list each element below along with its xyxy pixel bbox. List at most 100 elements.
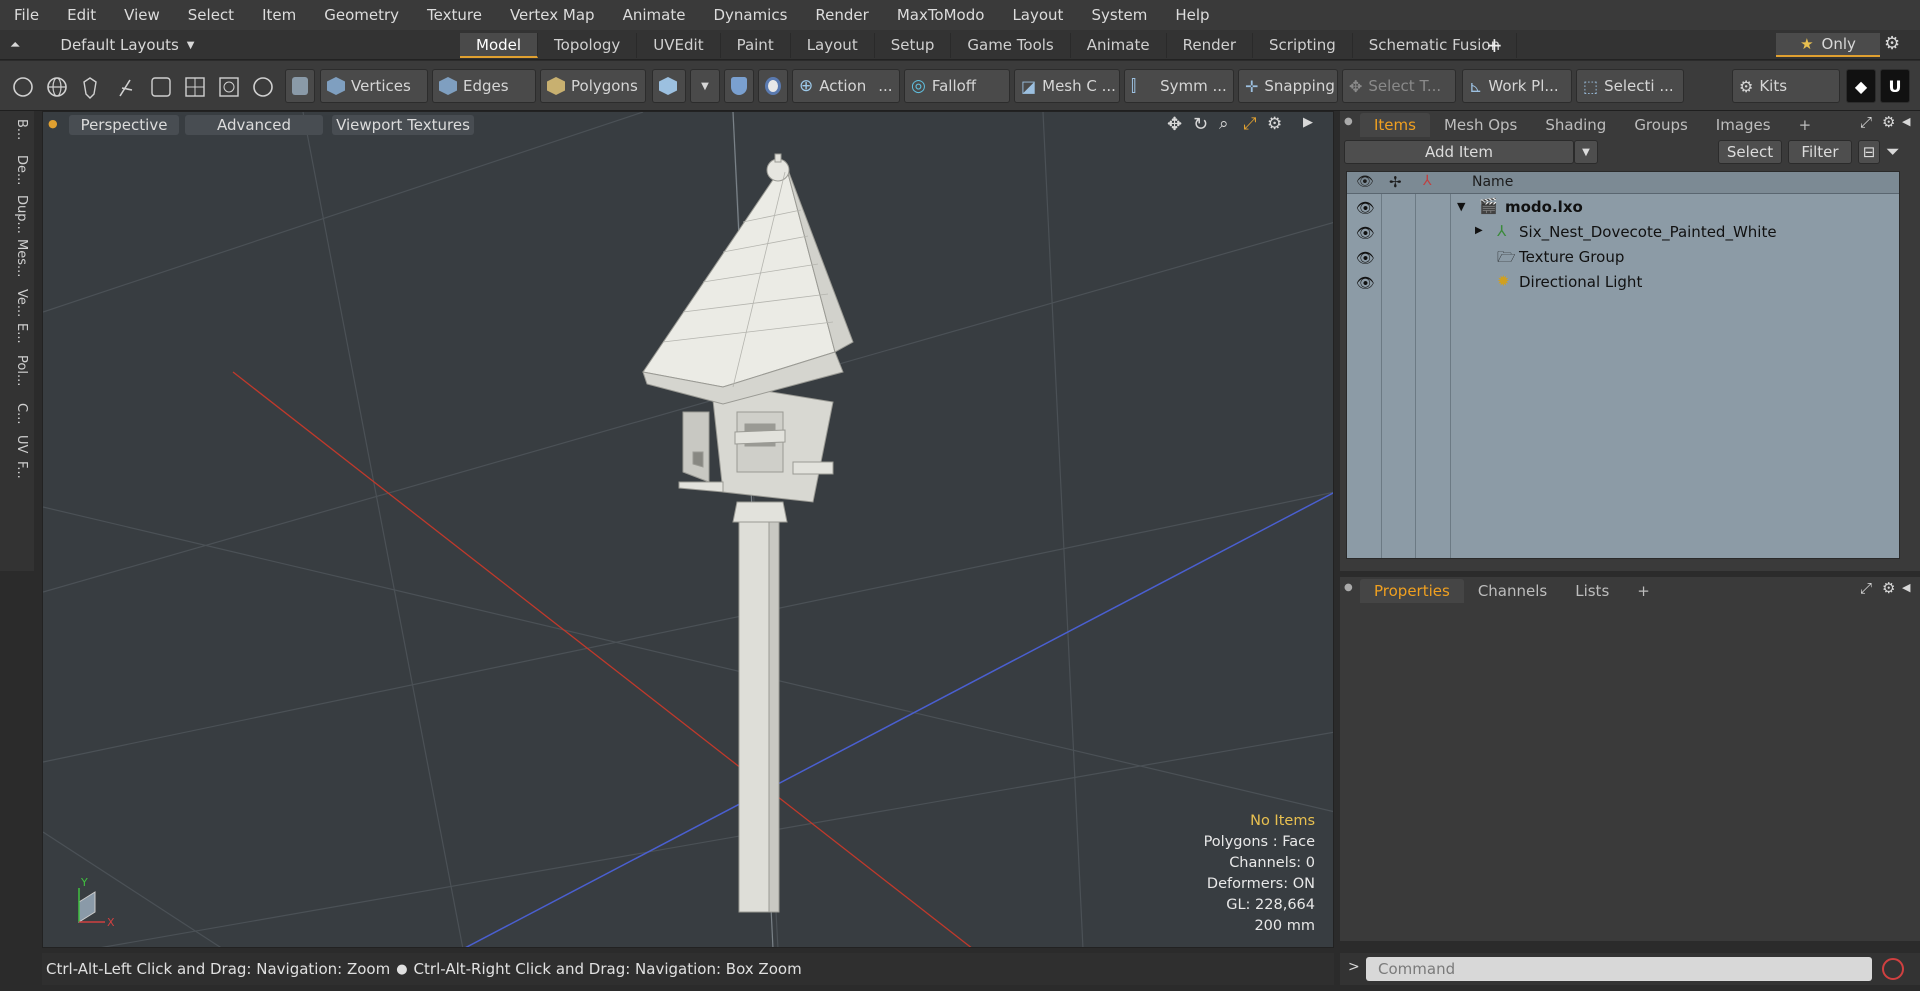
- left-tab-5[interactable]: E...: [5, 323, 29, 344]
- tree-row-scene[interactable]: 👁 ▼ 🎬 modo.lxo: [1347, 195, 1899, 220]
- lock-column-icon[interactable]: ✢: [1389, 173, 1402, 191]
- panel-menu-icon[interactable]: ●: [1344, 582, 1353, 593]
- tab-layout[interactable]: Layout: [791, 33, 875, 58]
- symmetry-button[interactable]: ⫿ Symm ...: [1124, 69, 1234, 103]
- panel-tab-channels[interactable]: Channels: [1464, 579, 1561, 603]
- eye-icon[interactable]: 👁: [1356, 249, 1375, 267]
- collapse-up-icon[interactable]: ⏶: [10, 38, 20, 53]
- shield-button-1[interactable]: [724, 69, 754, 103]
- perspective-button[interactable]: Perspective: [69, 115, 179, 135]
- panel-tab-images[interactable]: Images: [1702, 113, 1785, 137]
- menu-select[interactable]: Select: [174, 6, 248, 24]
- menu-vertex-map[interactable]: Vertex Map: [496, 6, 609, 24]
- unity-button[interactable]: ◆: [1846, 69, 1876, 103]
- panel-gear-icon[interactable]: ⚙: [1882, 113, 1895, 131]
- viewport-gear-icon[interactable]: ⚙: [1267, 114, 1282, 134]
- eye-icon[interactable]: 👁: [1356, 199, 1375, 217]
- panel-arrow-icon[interactable]: ◀: [1902, 115, 1910, 128]
- maximize-view-icon[interactable]: ⤢: [1243, 114, 1257, 134]
- menu-help[interactable]: Help: [1161, 6, 1223, 24]
- add-tab-icon[interactable]: +: [1486, 33, 1503, 57]
- falloff-button[interactable]: ◎ Falloff: [904, 69, 1010, 103]
- add-panel-tab-icon[interactable]: +: [1785, 113, 1826, 137]
- visibility-column-icon[interactable]: 👁: [1356, 174, 1374, 190]
- left-tab-3[interactable]: Mes...: [5, 239, 29, 277]
- menu-edit[interactable]: Edit: [53, 6, 110, 24]
- left-tab-6[interactable]: Pol...: [5, 355, 29, 386]
- move-view-icon[interactable]: ✥: [1167, 114, 1182, 135]
- tab-game-tools[interactable]: Game Tools: [951, 33, 1071, 58]
- panel-tab-properties[interactable]: Properties: [1360, 579, 1464, 603]
- tab-setup[interactable]: Setup: [875, 33, 952, 58]
- material-mode-button[interactable]: [652, 69, 686, 103]
- menu-geometry[interactable]: Geometry: [310, 6, 413, 24]
- work-plane-button[interactable]: ⊾ Work Pl...: [1462, 69, 1572, 103]
- select-through-button[interactable]: ✥ Select T...: [1342, 69, 1456, 103]
- play-arrow-icon[interactable]: ▶: [1303, 115, 1313, 130]
- left-tab-1[interactable]: De...: [5, 155, 29, 185]
- left-tab-8[interactable]: UV: [5, 435, 29, 453]
- polygons-button[interactable]: Polygons: [540, 69, 646, 103]
- advanced-button[interactable]: Advanced: [185, 115, 323, 135]
- add-item-dropdown[interactable]: ▼: [1574, 140, 1598, 164]
- 3d-viewport[interactable]: Y X ● Perspective Advanced Viewport Text…: [42, 111, 1334, 948]
- type-column-icon[interactable]: ⅄: [1423, 173, 1432, 189]
- vertices-button[interactable]: Vertices: [320, 69, 428, 103]
- tab-paint[interactable]: Paint: [721, 33, 791, 58]
- collapse-arrow-icon[interactable]: ▶: [1475, 225, 1483, 236]
- viewport-textures-button[interactable]: Viewport Textures: [332, 115, 474, 135]
- select-button[interactable]: Select: [1718, 140, 1782, 164]
- edges-button[interactable]: Edges: [432, 69, 536, 103]
- funnel-icon[interactable]: ⏷: [1886, 142, 1900, 162]
- panel-menu-icon[interactable]: ●: [1344, 116, 1353, 127]
- viewport-menu-icon[interactable]: ●: [48, 117, 58, 130]
- tab-topology[interactable]: Topology: [538, 33, 638, 58]
- panel-tab-lists[interactable]: Lists: [1561, 579, 1623, 603]
- command-input[interactable]: Command: [1366, 957, 1872, 981]
- viewport-scene[interactable]: Y X: [43, 112, 1334, 948]
- tree-row-mesh[interactable]: 👁 ▶ ⅄ Six_Nest_Dovecote_Painted_White: [1347, 220, 1899, 245]
- name-column-header[interactable]: Name: [1472, 174, 1513, 190]
- menu-animate[interactable]: Animate: [609, 6, 700, 24]
- kits-button[interactable]: ⚙ Kits: [1732, 69, 1840, 103]
- panel-tab-shading[interactable]: Shading: [1531, 113, 1620, 137]
- menu-view[interactable]: View: [110, 6, 174, 24]
- rotate-view-icon[interactable]: ↻: [1193, 114, 1208, 135]
- tab-model[interactable]: Model: [460, 33, 539, 58]
- mesh-constraints-button[interactable]: ◪ Mesh C ...: [1014, 69, 1120, 103]
- unreal-button[interactable]: U: [1880, 69, 1910, 103]
- eye-icon[interactable]: 👁: [1356, 224, 1375, 242]
- layout-selector[interactable]: ⏶ Default Layouts ▼: [10, 34, 195, 56]
- record-icon[interactable]: [1882, 958, 1904, 980]
- panel-tab-groups[interactable]: Groups: [1620, 113, 1701, 137]
- panel-arrow-icon[interactable]: ◀: [1902, 581, 1910, 594]
- menu-render[interactable]: Render: [801, 6, 882, 24]
- expand-arrow-icon[interactable]: ▼: [1457, 200, 1465, 213]
- tree-row-texture-group[interactable]: 👁 🗁 Texture Group: [1347, 245, 1899, 270]
- menu-dynamics[interactable]: Dynamics: [699, 6, 801, 24]
- tree-row-directional-light[interactable]: 👁 ✹ Directional Light: [1347, 270, 1899, 295]
- panel-tab-items[interactable]: Items: [1360, 113, 1430, 137]
- only-toggle[interactable]: ★ Only: [1776, 33, 1880, 57]
- add-panel-tab-icon[interactable]: +: [1623, 579, 1664, 603]
- expand-panel-icon[interactable]: ⤢: [1860, 113, 1872, 131]
- action-center-button[interactable]: ⊕ Action ...: [792, 69, 900, 103]
- panel-gear-icon[interactable]: ⚙: [1882, 579, 1895, 597]
- left-tab-2[interactable]: Dup...: [5, 195, 29, 234]
- left-tab-7[interactable]: C...: [5, 403, 29, 424]
- eye-icon[interactable]: 👁: [1356, 274, 1375, 292]
- filter-button[interactable]: Filter: [1788, 140, 1852, 164]
- expand-panel-icon[interactable]: ⤢: [1860, 579, 1872, 597]
- gear-icon[interactable]: ⚙: [1884, 33, 1900, 54]
- menu-layout[interactable]: Layout: [998, 6, 1077, 24]
- left-tab-9[interactable]: F...: [5, 461, 29, 479]
- tab-scripting[interactable]: Scripting: [1253, 33, 1353, 58]
- menu-item[interactable]: Item: [248, 6, 310, 24]
- selection-sets-button[interactable]: ⬚ Selecti ...: [1576, 69, 1684, 103]
- menu-maxtomodo[interactable]: MaxToModo: [883, 6, 999, 24]
- tab-uvedit[interactable]: UVEdit: [637, 33, 721, 58]
- zoom-view-icon[interactable]: ⌕: [1219, 114, 1229, 134]
- item-mode-button[interactable]: [285, 69, 315, 103]
- panel-tab-mesh-ops[interactable]: Mesh Ops: [1430, 113, 1531, 137]
- left-tab-4[interactable]: Ve...: [5, 289, 29, 317]
